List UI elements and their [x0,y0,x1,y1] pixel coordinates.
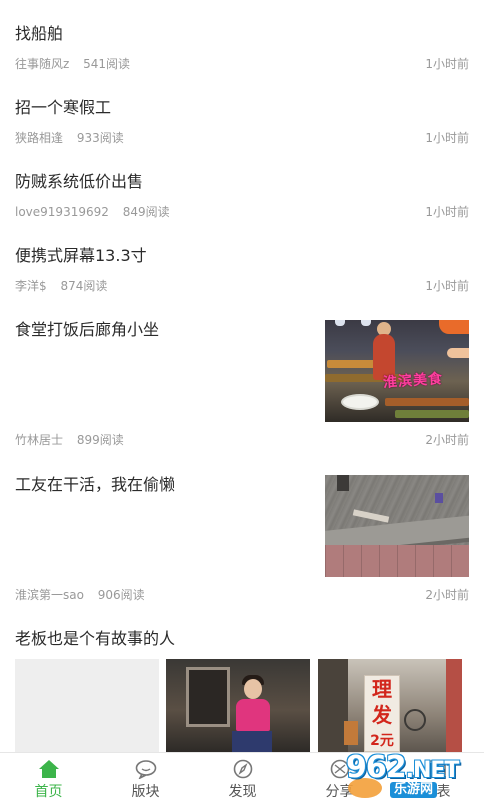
lamp-shape [361,320,371,326]
plate-shape [341,394,379,410]
tab-discover[interactable]: 发现 [194,753,291,800]
post-title[interactable]: 便携式屏幕13.3寸 [15,246,469,266]
post-item[interactable]: 防贼系统低价出售 love919319692 849阅读 1小时前 [15,172,469,232]
food-tray [385,398,469,406]
post-item[interactable]: 老板也是个有故事的人 [15,629,469,653]
post-time: 1小时前 [425,279,469,293]
post-title[interactable]: 防贼系统低价出售 [15,172,469,192]
post-author[interactable]: 狭路相逢 [15,130,63,146]
post-time: 1小时前 [425,57,469,71]
post-item[interactable]: 找船舶 往事随风z 541阅读 1小时前 [15,24,469,84]
sign-char: 理 [372,677,392,701]
lamp-shape [335,320,345,326]
post-image[interactable] [15,659,159,752]
post-author[interactable]: 李洋$ [15,278,47,294]
home-icon [38,760,59,778]
post-read-count: 874阅读 [60,279,108,293]
post-image[interactable] [166,659,310,752]
tab-sections[interactable]: 版块 [97,753,194,800]
cup-shape [435,493,443,503]
post-author[interactable]: 往事随风z [15,56,69,72]
post-feed: 找船舶 往事随风z 541阅读 1小时前 招一个寒假工 狭路相逢 933阅读 1… [0,0,484,752]
sign-char: 发 [372,703,392,727]
post-read-count: 899阅读 [76,433,124,447]
post-image-grid[interactable]: 理 发 2元 [15,659,469,752]
bike-wheel [404,709,426,731]
shirt-shape [236,699,270,731]
tab-home[interactable]: 首页 [0,753,97,800]
post-author[interactable]: 竹林居士 [15,432,63,448]
cap-shape [439,320,469,334]
wall-shape [446,659,462,752]
tile-shape [325,545,469,577]
watermark-site-name: 乐游网 [390,782,438,798]
watermark-brand: 962.NET [346,750,459,785]
post-title[interactable]: 老板也是个有故事的人 [15,629,469,649]
compass-icon [233,759,252,779]
post-title[interactable]: 找船舶 [15,24,469,44]
food-tray [395,410,469,418]
post-meta: 淮滨第一sao 906阅读 2小时前 [15,587,469,603]
post-meta: 狭路相逢 933阅读 1小时前 [15,130,469,146]
post-item[interactable]: 便携式屏幕13.3寸 李洋$ 874阅读 1小时前 [15,246,469,306]
tool-shape [352,509,390,523]
post-item[interactable]: 工友在干活，我在偷懒 淮滨第一sao 906阅读 2小时前 [15,475,469,605]
post-time: 1小时前 [425,205,469,219]
image-caption: 淮滨美食 [382,370,444,392]
post-read-count: 849阅读 [122,205,170,219]
chat-bubble-icon [135,760,156,779]
pants-shape [232,731,272,752]
barber-sign: 理 发 2元 [364,675,400,752]
post-read-count: 906阅读 [97,588,145,602]
post-image[interactable]: 理 发 2元 [318,659,462,752]
post-item[interactable]: 招一个寒假工 狭路相逢 933阅读 1小时前 [15,98,469,158]
face-shape [244,679,262,699]
post-time: 2小时前 [425,433,469,447]
site-watermark: 962.NET 乐游网 [346,748,478,800]
stool-shape [344,721,358,745]
post-meta: 李洋$ 874阅读 1小时前 [15,278,469,294]
post-time: 1小时前 [425,131,469,145]
picture-frame [186,667,230,727]
tab-label: 首页 [34,784,63,800]
post-meta: love919319692 849阅读 1小时前 [15,204,469,220]
arm-shape [447,348,469,358]
post-item[interactable]: 食堂打饭后廊角小坐 淮滨美食 竹林居士 899阅读 2小时前 [15,320,469,450]
post-thumbnail[interactable]: 淮滨美食 [325,320,469,422]
tab-label: 发现 [228,784,257,800]
post-read-count: 933阅读 [76,131,124,145]
post-title[interactable]: 招一个寒假工 [15,98,469,118]
post-time: 2小时前 [425,588,469,602]
post-author[interactable]: love919319692 [15,204,109,220]
post-thumbnail[interactable] [325,475,469,577]
post-meta: 竹林居士 899阅读 2小时前 [15,432,469,448]
leg-shape [337,475,349,491]
post-author[interactable]: 淮滨第一sao [15,587,84,603]
tab-label: 版块 [131,784,160,800]
post-read-count: 541阅读 [83,57,131,71]
post-meta: 往事随风z 541阅读 1小时前 [15,56,469,72]
